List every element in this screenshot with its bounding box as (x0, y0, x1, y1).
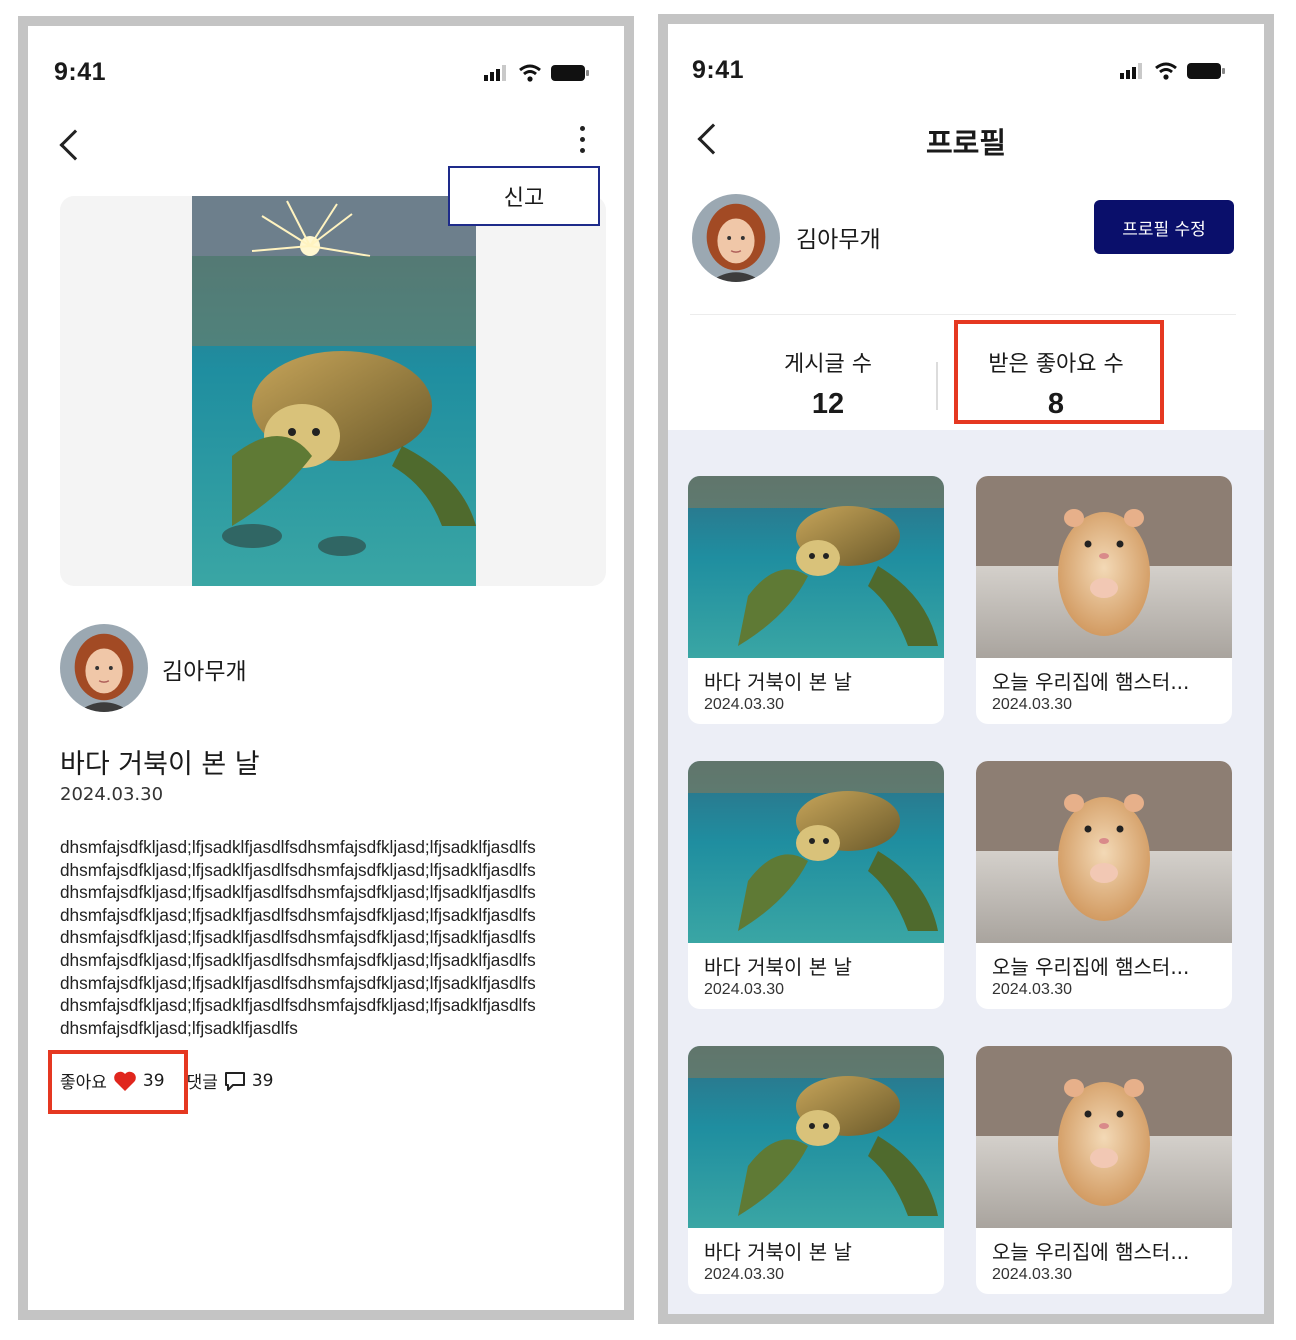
likes-highlight-box (954, 320, 1164, 424)
back-icon[interactable] (59, 129, 91, 161)
post-body-line: dhsmfajsdfkljasd;lfjsadklfjasdlfsdhsmfaj… (60, 837, 536, 857)
post-card-title: 오늘 우리집에 햄스터... (992, 955, 1190, 979)
comment-label: 댓글 (186, 1073, 218, 1093)
post-body-line: dhsmfajsdfkljasd;lfjsadklfjasdlfsdhsmfaj… (60, 949, 536, 970)
status-icons (484, 64, 590, 82)
post-body-line: dhsmfajsdfkljasd;lfjsadklfjasdlfs (60, 1017, 298, 1038)
post-card-date: 2024.03.30 (992, 696, 1073, 713)
avatar-image (60, 624, 148, 712)
edit-profile-button[interactable]: 프로필 수정 (1094, 200, 1234, 254)
post-card-title: 바다 거북이 본 날 (704, 1240, 852, 1264)
post-card-title: 오늘 우리집에 햄스터... (992, 1240, 1190, 1264)
post-grid: 바다 거북이 본 날 2024.03.30 오늘 우리집에 햄스터... 202… (668, 430, 1264, 1314)
post-card[interactable]: 오늘 우리집에 햄스터... 2024.03.30 (976, 761, 1232, 1009)
post-body-line: dhsmfajsdfkljasd;lfjsadklfjasdlfsdhsmfaj… (60, 995, 536, 1016)
comment-icon (224, 1071, 245, 1091)
post-thumbnail (688, 476, 944, 658)
post-card-date: 2024.03.30 (704, 1266, 785, 1283)
posts-stat: 게시글 수 12 (728, 346, 928, 421)
post-thumbnail (688, 1046, 944, 1228)
status-time: 9:41 (54, 58, 107, 86)
battery-icon (1187, 63, 1225, 79)
status-icons (1120, 62, 1226, 80)
profile-avatar[interactable] (692, 194, 780, 282)
post-date: 2024.03.30 (60, 784, 164, 805)
post-thumbnail (688, 761, 944, 943)
posts-count-label: 게시글 수 (784, 352, 872, 377)
post-thumbnail (976, 1046, 1232, 1228)
stat-divider (936, 362, 938, 410)
post-card-title: 오늘 우리집에 햄스터... (992, 670, 1190, 694)
post-card-date: 2024.03.30 (992, 981, 1073, 998)
post-body-line: dhsmfajsdfkljasd;lfjsadklfjasdlfsdhsmfaj… (60, 927, 536, 948)
post-body-line: dhsmfajsdfkljasd;lfjsadklfjasdlfsdhsmfaj… (60, 882, 536, 903)
report-button[interactable]: 신고 (448, 166, 600, 226)
divider (690, 314, 1236, 315)
turtle-photo (192, 196, 476, 586)
post-card[interactable]: 바다 거북이 본 날 2024.03.30 (688, 761, 944, 1009)
avatar-image (692, 194, 780, 282)
battery-icon (551, 65, 589, 81)
post-title: 바다 거북이 본 날 (60, 749, 260, 780)
comment-count: 39 (251, 1070, 274, 1091)
post-card-date: 2024.03.30 (704, 696, 785, 713)
profile-name: 김아무개 (796, 227, 881, 253)
posts-count-value: 12 (811, 388, 845, 420)
status-time: 9:41 (692, 56, 745, 84)
signal-icon (484, 65, 506, 81)
post-card[interactable]: 오늘 우리집에 햄스터... 2024.03.30 (976, 476, 1232, 724)
post-card[interactable]: 바다 거북이 본 날 2024.03.30 (688, 476, 944, 724)
post-body-line: dhsmfajsdfkljasd;lfjsadklfjasdlfsdhsmfaj… (60, 972, 536, 993)
author-name[interactable]: 김아무개 (162, 652, 247, 686)
wifi-icon (519, 64, 541, 82)
author-avatar[interactable] (60, 624, 148, 712)
post-body-line: dhsmfajsdfkljasd;lfjsadklfjasdlfsdhsmfaj… (60, 859, 536, 880)
like-highlight-box (48, 1050, 188, 1114)
post-thumbnail (976, 476, 1232, 658)
page-title: 프로필 (925, 126, 1007, 160)
post-card-date: 2024.03.30 (704, 981, 785, 998)
wifi-icon (1155, 62, 1177, 80)
post-card[interactable]: 오늘 우리집에 햄스터... 2024.03.30 (976, 1046, 1232, 1294)
post-card-title: 바다 거북이 본 날 (704, 670, 852, 694)
post-card-date: 2024.03.30 (992, 1266, 1073, 1283)
post-thumbnail (976, 761, 1232, 943)
profile-screen: 9:41 프로필 김아무개 프로필 수정 게시글 수 12 받은 좋아요 수 8… (658, 14, 1274, 1324)
post-body: dhsmfajsdfkljasd;lfjsadklfjasdlfsdhsmfaj… (60, 836, 536, 1039)
image-carousel[interactable] (60, 196, 606, 586)
post-card[interactable]: 바다 거북이 본 날 2024.03.30 (688, 1046, 944, 1294)
post-card-title: 바다 거북이 본 날 (704, 955, 852, 979)
signal-icon (1120, 63, 1142, 79)
more-options-icon[interactable] (578, 126, 586, 153)
post-detail-screen: 9:41 신고 김아무개 바다 거북이 본 날 2024.03.30 dhsmf… (18, 16, 634, 1320)
post-body-line: dhsmfajsdfkljasd;lfjsadklfjasdlfsdhsmfaj… (60, 904, 536, 925)
comment-button[interactable]: 댓글 39 (186, 1068, 274, 1094)
